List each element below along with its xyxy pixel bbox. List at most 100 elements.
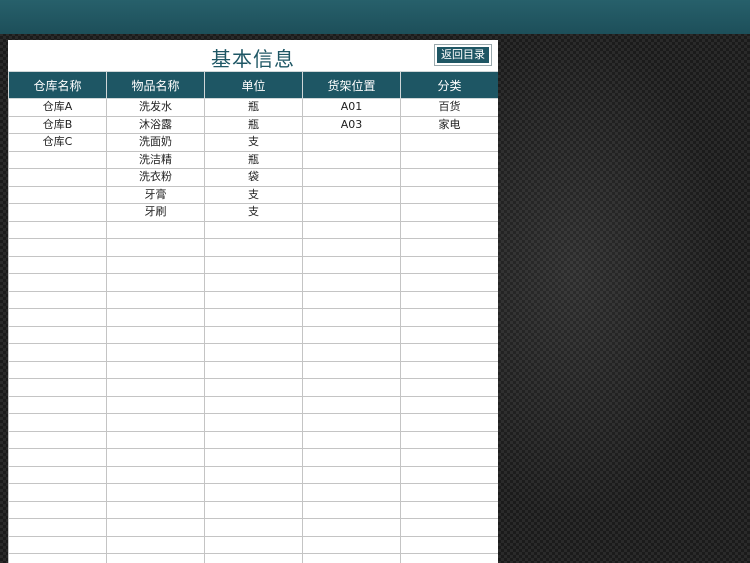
shelf-cell[interactable]: [302, 325, 401, 344]
item-cell[interactable]: [106, 518, 205, 537]
item-cell[interactable]: [106, 553, 205, 563]
shelf-cell[interactable]: [302, 343, 401, 362]
shelf-cell[interactable]: A01: [302, 98, 401, 117]
shelf-cell[interactable]: [302, 203, 401, 222]
item-cell[interactable]: [106, 430, 205, 449]
item-cell[interactable]: [106, 448, 205, 467]
unit-cell[interactable]: [204, 273, 303, 292]
category-cell[interactable]: 百货: [400, 98, 498, 117]
unit-cell[interactable]: [204, 465, 303, 484]
shelf-cell[interactable]: [302, 133, 401, 152]
shelf-cell[interactable]: [302, 150, 401, 169]
warehouse-cell[interactable]: [8, 290, 107, 309]
unit-cell[interactable]: [204, 483, 303, 502]
item-cell[interactable]: [106, 360, 205, 379]
column-header-category[interactable]: 分类: [400, 71, 498, 99]
warehouse-cell[interactable]: [8, 273, 107, 292]
warehouse-cell[interactable]: [8, 500, 107, 519]
category-cell[interactable]: [400, 255, 498, 274]
shelf-cell[interactable]: [302, 273, 401, 292]
warehouse-cell[interactable]: [8, 308, 107, 327]
column-header-warehouse[interactable]: 仓库名称: [8, 71, 107, 99]
warehouse-cell[interactable]: [8, 185, 107, 204]
category-cell[interactable]: [400, 518, 498, 537]
item-cell[interactable]: [106, 500, 205, 519]
warehouse-cell[interactable]: [8, 220, 107, 239]
warehouse-cell[interactable]: 仓库A: [8, 98, 107, 117]
unit-cell[interactable]: 支: [204, 185, 303, 204]
warehouse-cell[interactable]: [8, 448, 107, 467]
category-cell[interactable]: [400, 185, 498, 204]
item-cell[interactable]: 洗衣粉: [106, 168, 205, 187]
shelf-cell[interactable]: [302, 448, 401, 467]
warehouse-cell[interactable]: [8, 518, 107, 537]
warehouse-cell[interactable]: [8, 413, 107, 432]
category-cell[interactable]: 家电: [400, 115, 498, 134]
warehouse-cell[interactable]: [8, 360, 107, 379]
item-cell[interactable]: [106, 255, 205, 274]
category-cell[interactable]: [400, 430, 498, 449]
unit-cell[interactable]: [204, 518, 303, 537]
category-cell[interactable]: [400, 168, 498, 187]
unit-cell[interactable]: [204, 378, 303, 397]
unit-cell[interactable]: 支: [204, 133, 303, 152]
item-cell[interactable]: 洗发水: [106, 98, 205, 117]
shelf-cell[interactable]: [302, 185, 401, 204]
category-cell[interactable]: [400, 553, 498, 563]
unit-cell[interactable]: [204, 308, 303, 327]
shelf-cell[interactable]: [302, 413, 401, 432]
shelf-cell[interactable]: [302, 238, 401, 257]
shelf-cell[interactable]: A03: [302, 115, 401, 134]
warehouse-cell[interactable]: [8, 343, 107, 362]
unit-cell[interactable]: 瓶: [204, 115, 303, 134]
item-cell[interactable]: 牙刷: [106, 203, 205, 222]
unit-cell[interactable]: [204, 325, 303, 344]
category-cell[interactable]: [400, 133, 498, 152]
unit-cell[interactable]: [204, 535, 303, 554]
shelf-cell[interactable]: [302, 553, 401, 563]
warehouse-cell[interactable]: 仓库C: [8, 133, 107, 152]
shelf-cell[interactable]: [302, 500, 401, 519]
shelf-cell[interactable]: [302, 308, 401, 327]
unit-cell[interactable]: [204, 448, 303, 467]
unit-cell[interactable]: 瓶: [204, 98, 303, 117]
warehouse-cell[interactable]: [8, 535, 107, 554]
item-cell[interactable]: 牙膏: [106, 185, 205, 204]
item-cell[interactable]: 洗洁精: [106, 150, 205, 169]
shelf-cell[interactable]: [302, 255, 401, 274]
shelf-cell[interactable]: [302, 360, 401, 379]
category-cell[interactable]: [400, 343, 498, 362]
item-cell[interactable]: 沐浴露: [106, 115, 205, 134]
category-cell[interactable]: [400, 220, 498, 239]
warehouse-cell[interactable]: [8, 395, 107, 414]
category-cell[interactable]: [400, 413, 498, 432]
shelf-cell[interactable]: [302, 518, 401, 537]
item-cell[interactable]: [106, 378, 205, 397]
column-header-item[interactable]: 物品名称: [106, 71, 205, 99]
warehouse-cell[interactable]: [8, 168, 107, 187]
unit-cell[interactable]: [204, 413, 303, 432]
category-cell[interactable]: [400, 150, 498, 169]
item-cell[interactable]: [106, 290, 205, 309]
unit-cell[interactable]: [204, 255, 303, 274]
category-cell[interactable]: [400, 535, 498, 554]
category-cell[interactable]: [400, 395, 498, 414]
warehouse-cell[interactable]: [8, 255, 107, 274]
unit-cell[interactable]: [204, 500, 303, 519]
unit-cell[interactable]: [204, 553, 303, 563]
category-cell[interactable]: [400, 500, 498, 519]
unit-cell[interactable]: 袋: [204, 168, 303, 187]
category-cell[interactable]: [400, 325, 498, 344]
warehouse-cell[interactable]: [8, 150, 107, 169]
item-cell[interactable]: [106, 220, 205, 239]
warehouse-cell[interactable]: [8, 465, 107, 484]
unit-cell[interactable]: [204, 395, 303, 414]
item-cell[interactable]: [106, 325, 205, 344]
unit-cell[interactable]: 瓶: [204, 150, 303, 169]
item-cell[interactable]: [106, 483, 205, 502]
shelf-cell[interactable]: [302, 465, 401, 484]
shelf-cell[interactable]: [302, 220, 401, 239]
category-cell[interactable]: [400, 238, 498, 257]
item-cell[interactable]: [106, 238, 205, 257]
item-cell[interactable]: 洗面奶: [106, 133, 205, 152]
